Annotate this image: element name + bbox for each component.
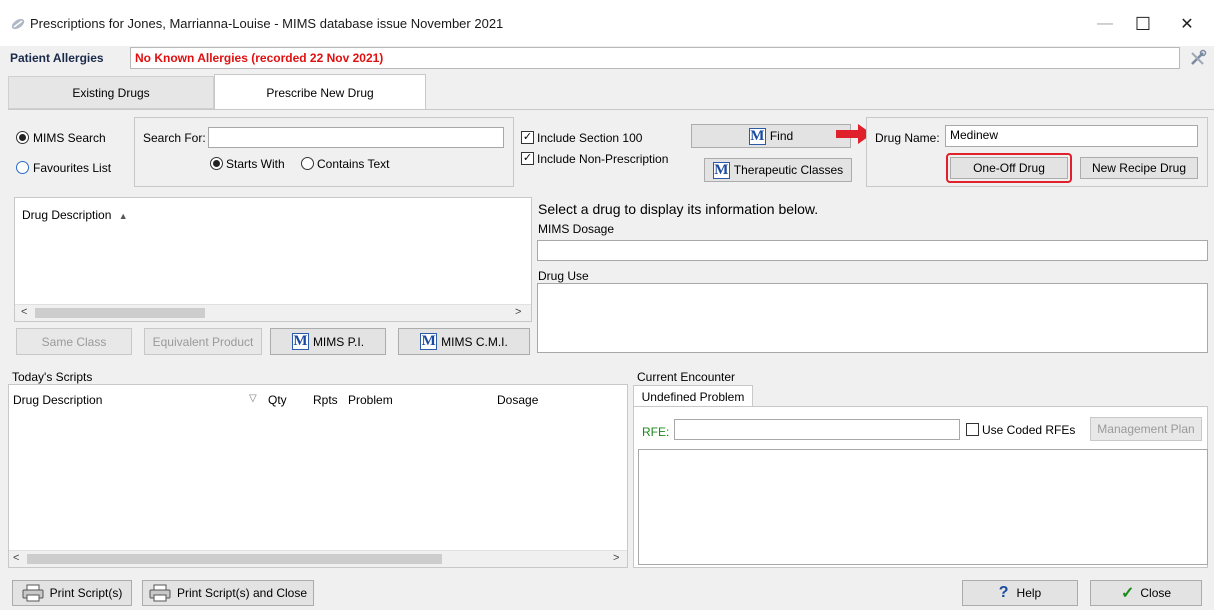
include-section-100-label: Include Section 100 xyxy=(537,131,643,145)
title-bar: Prescriptions for Jones, Marrianna-Louis… xyxy=(0,0,1214,46)
rfe-input[interactable] xyxy=(674,419,960,440)
favourites-label: Favourites List xyxy=(33,161,112,175)
find-button-label: Find xyxy=(769,129,794,143)
mims-logo-icon: M xyxy=(420,333,438,350)
printer-icon xyxy=(149,584,171,602)
print-scripts-close-button[interactable]: Print Script(s) and Close xyxy=(142,580,314,606)
mims-search-label: MIMS Search xyxy=(33,131,106,145)
column-qty[interactable]: Qty xyxy=(268,393,287,407)
allergy-label: Patient Allergies xyxy=(10,51,104,65)
allergy-bar: Patient Allergies No Known Allergies (re… xyxy=(8,46,1208,70)
tab-prescribe-new-drug[interactable]: Prescribe New Drug xyxy=(214,74,426,110)
include-non-prescription-checkbox[interactable]: ✓ xyxy=(521,152,534,165)
window-title: Prescriptions for Jones, Marrianna-Louis… xyxy=(30,16,504,31)
include-section-100-checkbox[interactable]: ✓ xyxy=(521,131,534,144)
use-coded-rfes-checkbox[interactable] xyxy=(966,423,979,436)
todays-scripts-title: Today's Scripts xyxy=(12,370,93,384)
same-class-button[interactable]: Same Class xyxy=(16,328,132,355)
use-coded-rfes-label: Use Coded RFEs xyxy=(982,423,1076,437)
close-label: Close xyxy=(1140,586,1172,600)
filter-icon[interactable]: ▽ xyxy=(249,393,257,404)
column-problem[interactable]: Problem xyxy=(348,393,393,407)
mims-search-radio[interactable] xyxy=(16,131,29,144)
print-scripts-button[interactable]: Print Script(s) xyxy=(12,580,132,606)
prescriptions-window: Prescriptions for Jones, Marrianna-Louis… xyxy=(0,0,1214,610)
drug-name-label: Drug Name: xyxy=(875,131,940,145)
therapeutic-classes-label: Therapeutic Classes xyxy=(733,163,844,177)
therapeutic-classes-button[interactable]: M Therapeutic Classes xyxy=(704,158,852,182)
mims-logo-icon: M xyxy=(748,127,766,145)
scroll-thumb[interactable] xyxy=(27,554,442,564)
drug-info-prompt: Select a drug to display its information… xyxy=(538,201,819,217)
allergy-value[interactable]: No Known Allergies (recorded 22 Nov 2021… xyxy=(130,47,1180,69)
mims-dosage-label: MIMS Dosage xyxy=(538,222,615,236)
scroll-left-icon[interactable]: < xyxy=(21,306,27,318)
mims-logo-icon: M xyxy=(291,333,309,350)
contains-text-label: Contains Text xyxy=(317,157,390,171)
current-encounter-title: Current Encounter xyxy=(637,370,736,384)
tab-existing-drugs[interactable]: Existing Drugs xyxy=(8,76,214,109)
print-scripts-close-label: Print Script(s) and Close xyxy=(176,586,308,600)
tools-icon[interactable] xyxy=(1188,48,1208,68)
scroll-left-icon[interactable]: < xyxy=(13,552,19,564)
drug-use-label: Drug Use xyxy=(538,269,589,283)
mims-pi-label: MIMS P.I. xyxy=(312,334,365,349)
drug-description-header[interactable]: Drug Description ▲ xyxy=(22,208,128,222)
equivalent-product-button[interactable]: Equivalent Product xyxy=(144,328,262,355)
close-window-button[interactable]: ✕ xyxy=(1164,8,1210,40)
encounter-notes-field[interactable] xyxy=(638,449,1208,565)
mims-pi-button[interactable]: M MIMS P.I. xyxy=(270,328,386,355)
favourites-radio[interactable] xyxy=(16,161,29,174)
starts-with-label: Starts With xyxy=(226,157,285,171)
help-label: Help xyxy=(1016,586,1042,600)
tab-undefined-problem[interactable]: Undefined Problem xyxy=(633,385,753,407)
search-for-label: Search For: xyxy=(143,131,206,145)
todays-scripts-table[interactable] xyxy=(8,384,628,568)
mims-cmi-label: MIMS C.M.I. xyxy=(441,334,508,349)
mims-cmi-button[interactable]: M MIMS C.M.I. xyxy=(398,328,530,355)
column-rpts[interactable]: Rpts xyxy=(313,393,338,407)
drug-list-hscrollbar[interactable]: < > xyxy=(15,304,531,321)
sort-ascending-icon: ▲ xyxy=(118,211,128,221)
rfe-label: RFE: xyxy=(642,425,670,439)
mims-logo-icon: M xyxy=(712,161,730,179)
scripts-hscrollbar[interactable]: < > xyxy=(9,550,627,567)
scroll-right-icon[interactable]: > xyxy=(515,306,521,318)
printer-icon xyxy=(22,584,44,602)
scroll-thumb[interactable] xyxy=(35,308,205,318)
starts-with-radio[interactable] xyxy=(210,157,223,170)
find-button[interactable]: M Find xyxy=(691,124,851,148)
search-input[interactable] xyxy=(208,127,504,148)
help-icon: ? xyxy=(998,584,1009,601)
management-plan-button[interactable]: Management Plan xyxy=(1090,417,1202,441)
column-drug-description[interactable]: Drug Description xyxy=(13,393,102,407)
column-dosage[interactable]: Dosage xyxy=(497,393,538,407)
drug-use-field[interactable] xyxy=(537,283,1208,353)
checkmark-icon: ✓ xyxy=(1120,585,1135,602)
app-icon xyxy=(11,18,25,30)
help-button[interactable]: ? Help xyxy=(962,580,1078,606)
close-button[interactable]: ✓ Close xyxy=(1090,580,1202,606)
drug-description-header-label: Drug Description xyxy=(22,208,112,222)
scroll-right-icon[interactable]: > xyxy=(613,552,619,564)
include-non-prescription-label: Include Non-Prescription xyxy=(537,152,669,166)
new-recipe-drug-button[interactable]: New Recipe Drug xyxy=(1080,157,1198,179)
mims-dosage-field[interactable] xyxy=(537,240,1208,261)
maximize-button[interactable]: ☐ xyxy=(1120,8,1166,40)
one-off-drug-button[interactable]: One-Off Drug xyxy=(950,157,1068,179)
contains-text-radio[interactable] xyxy=(301,157,314,170)
print-scripts-label: Print Script(s) xyxy=(49,586,123,600)
drug-name-input[interactable]: Medinew xyxy=(945,125,1198,147)
